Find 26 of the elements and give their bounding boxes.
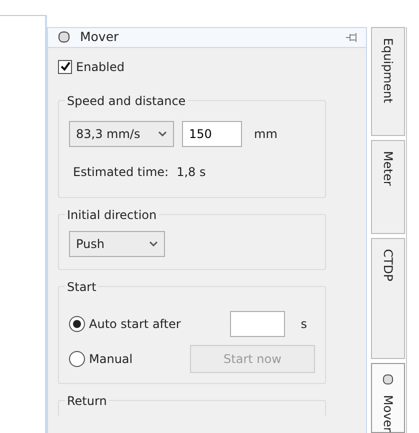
radio-option[interactable]: Manual — [69, 350, 133, 368]
estimate-label: Estimated time: — [73, 164, 169, 181]
panel-icon — [382, 374, 394, 385]
chevron-down-icon — [149, 240, 158, 247]
dropdown[interactable]: Push — [69, 230, 165, 257]
chevron-down-icon — [158, 130, 167, 137]
checkmark-icon — [60, 61, 70, 72]
unit-label: mm — [254, 126, 278, 143]
side-tab[interactable]: Meter — [371, 140, 405, 234]
estimate-value: 1,8 s — [176, 164, 206, 181]
side-tab[interactable]: Mover — [371, 362, 405, 433]
tab-label: CTDP — [380, 249, 396, 282]
panel-title: Mover — [80, 28, 120, 46]
pin-icon[interactable] — [346, 32, 358, 43]
side-tab[interactable]: Equipment — [371, 27, 405, 136]
radio-option[interactable]: Auto start after — [69, 314, 181, 333]
unit-label: s — [300, 316, 307, 333]
distance-field[interactable]: 150 — [182, 120, 242, 147]
tab-label: Equipment — [380, 38, 396, 104]
tab-label: Mover — [380, 394, 396, 432]
enabled-checkbox[interactable]: Enabled — [58, 58, 356, 76]
panel-icon — [58, 31, 70, 44]
side-tab[interactable]: CTDP — [371, 238, 405, 359]
dropdown[interactable]: 83,3 mm/s — [69, 120, 174, 147]
tab-label: Meter — [380, 150, 396, 186]
delay-field[interactable] — [230, 310, 285, 337]
